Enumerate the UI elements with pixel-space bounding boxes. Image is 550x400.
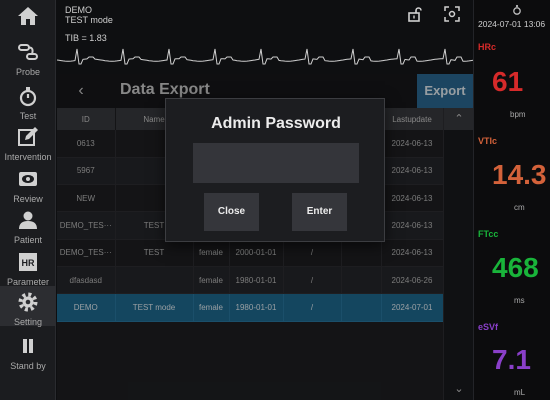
sidebar-item-home[interactable] (0, 0, 56, 32)
ftc-label: FTcc (478, 229, 499, 239)
ftc-unit: ms (514, 296, 525, 305)
sidebar: Probe Test Intervention Review Patient H… (0, 0, 56, 400)
hr-badge-text: HR (22, 258, 35, 268)
settings-small-icon (513, 4, 521, 15)
vti-label: VTIc (478, 136, 498, 146)
tib-readout: TIB = 1.83 (65, 33, 107, 43)
header-line2: TEST mode (65, 15, 113, 25)
header-line1: DEMO (65, 5, 92, 15)
ftc-value: 468 (492, 252, 539, 283)
sidebar-item-label: Probe (15, 67, 41, 77)
sidebar-item-label: Patient (13, 235, 43, 245)
svi-label: eSVf (478, 322, 499, 332)
sidebar-item-label: Setting (13, 317, 43, 327)
datetime: 2024-07-01 13:06 (478, 19, 546, 29)
unlock-icon[interactable] (406, 6, 422, 22)
sidebar-item-setting[interactable]: Setting (0, 286, 56, 327)
home-icon (18, 7, 38, 25)
enter-button[interactable]: Enter (292, 193, 347, 231)
screenshot-icon[interactable] (444, 6, 460, 22)
hr-unit: bpm (510, 110, 526, 119)
header: DEMO TEST mode (57, 0, 473, 30)
hr-value: 61 (492, 66, 524, 97)
vitals-panel: 2024-07-01 13:06 HRc 61 bpm VTIc 14.3 cm… (473, 0, 550, 400)
sidebar-item-label: Review (13, 194, 43, 204)
person-icon (19, 211, 37, 229)
vti-unit: cm (514, 203, 525, 212)
pause-icon (23, 339, 33, 353)
ecg-trace (56, 48, 474, 65)
dialog-title: Admin Password (211, 115, 341, 132)
ecg-waveform: TIB = 1.83 (56, 30, 474, 74)
sidebar-item-label: Intervention (4, 152, 52, 162)
svi-value: 7.1 (492, 344, 531, 375)
vti-value: 14.3 (492, 159, 547, 190)
gear-icon (18, 292, 38, 312)
probe-icon (18, 44, 38, 60)
edit-icon (18, 127, 38, 146)
sidebar-item-label: Stand by (10, 361, 46, 371)
close-button[interactable]: Close (204, 193, 259, 231)
eye-icon (19, 172, 37, 186)
sidebar-item-standby[interactable]: Stand by (0, 330, 56, 382)
password-input[interactable] (193, 143, 359, 183)
hr-label: HRc (478, 42, 497, 52)
hr-icon: HR (19, 253, 37, 271)
admin-password-dialog: Admin Password Close Enter (165, 98, 385, 242)
sidebar-item-label: Test (19, 111, 37, 121)
stopwatch-icon (19, 87, 37, 107)
svi-unit: mL (514, 388, 526, 397)
